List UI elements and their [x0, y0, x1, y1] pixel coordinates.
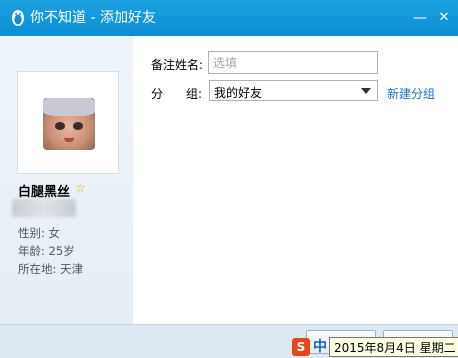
ime-chinese-mode-indicator[interactable]: 中 [313, 336, 327, 356]
date-tooltip: 2015年8月4日 星期二 [329, 337, 458, 357]
profile-gender: 性别: 女 [18, 226, 61, 240]
sogou-ime-icon[interactable]: S [292, 338, 310, 356]
avatar-eye-right [73, 122, 83, 130]
profile-panel: 白腿黑丝 ☆ 性别: 女 年龄: 25岁 所在地: 天津 [0, 36, 133, 324]
blurred-account-number [12, 199, 76, 217]
dropdown-arrow-icon[interactable] [361, 88, 371, 94]
title-bar: 你不知道 - 添加好友 — ✕ [0, 0, 458, 36]
minimize-button[interactable]: — [408, 0, 432, 36]
avatar-hair [43, 98, 95, 116]
profile-nickname: 白腿黑丝 [18, 185, 71, 200]
remark-name-input[interactable] [208, 51, 378, 74]
group-select[interactable]: 我的好友 [209, 80, 378, 101]
new-group-link[interactable]: 新建分组 [387, 85, 435, 102]
window-title: 你不知道 - 添加好友 [30, 10, 156, 26]
profile-location: 所在地: 天津 [18, 262, 84, 276]
group-label-part1: 分 [151, 87, 164, 101]
profile-age: 年龄: 25岁 [18, 244, 75, 258]
avatar-mouth [64, 138, 74, 142]
avatar-eye-left [55, 122, 65, 130]
star-icon: ☆ [75, 181, 86, 195]
qq-penguin-icon [12, 10, 24, 26]
group-label-part2: 组: [186, 87, 203, 101]
remark-name-label: 备注姓名: [151, 58, 204, 72]
avatar-frame [17, 71, 119, 174]
close-button[interactable]: ✕ [432, 0, 456, 36]
group-select-value: 我的好友 [214, 86, 263, 100]
avatar[interactable] [43, 98, 95, 150]
